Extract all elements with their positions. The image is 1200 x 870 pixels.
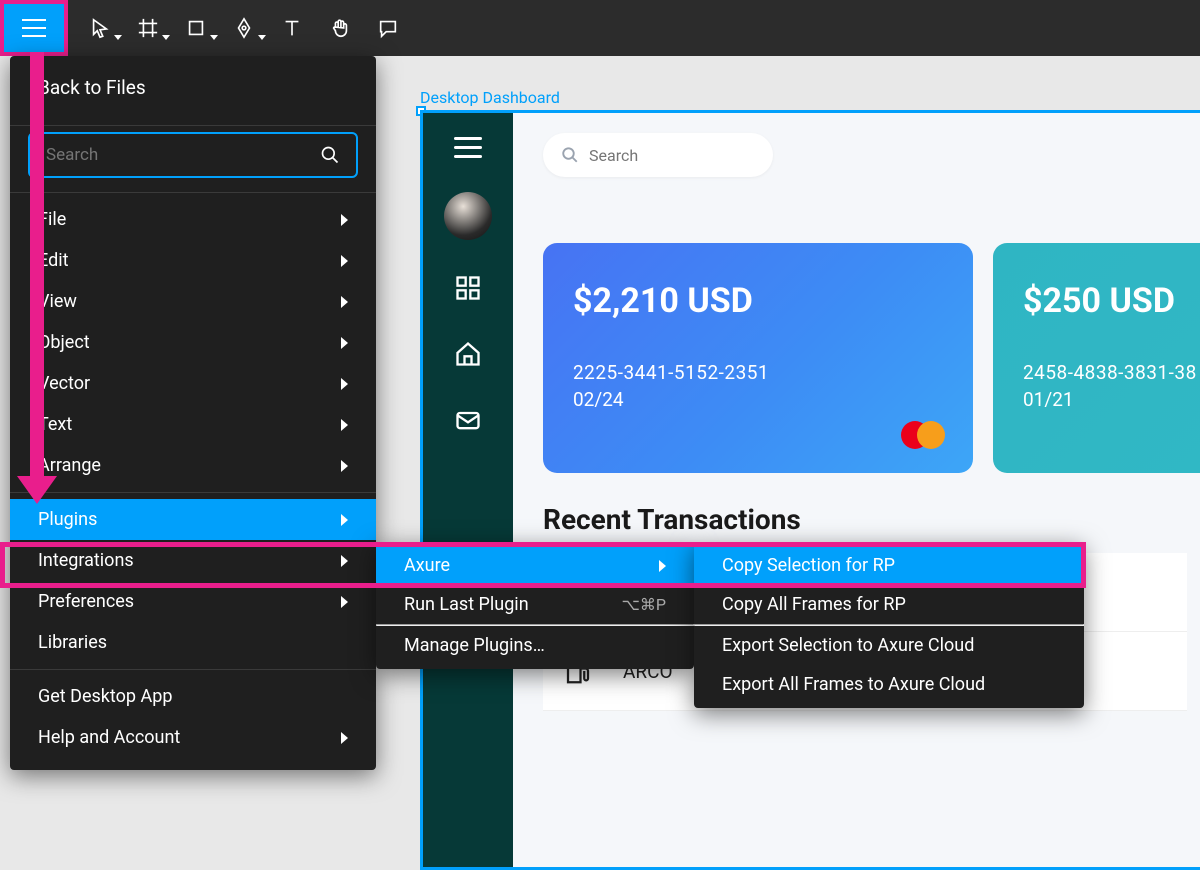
menu-search-input[interactable] [46, 145, 246, 165]
chevron-right-icon [341, 514, 348, 526]
pen-tool[interactable] [220, 0, 268, 56]
mastercard-icon [901, 421, 945, 449]
annotation-arrow [30, 52, 44, 482]
chevron-right-icon [341, 296, 348, 308]
card-number: 2458-4838-3831-38 [1023, 361, 1200, 384]
hand-tool[interactable] [316, 0, 364, 56]
search-icon [561, 146, 579, 164]
main-menu: Back to Files File Edit View Object Vect… [10, 56, 376, 770]
shape-tool[interactable] [172, 0, 220, 56]
submenu-run-last-plugin[interactable]: Run Last Plugin⌥⌘P [376, 585, 694, 624]
card-amount: $2,210 USD [573, 281, 943, 321]
chevron-right-icon [341, 255, 348, 267]
menu-integrations[interactable]: Integrations [10, 540, 376, 581]
hamburger-icon [22, 19, 46, 37]
menu-text[interactable]: Text [10, 404, 376, 445]
top-toolbar [0, 0, 1200, 56]
menu-search[interactable] [28, 132, 358, 178]
keyboard-shortcut: ⌥⌘P [621, 595, 666, 614]
recent-transactions-header: Recent Transactions [543, 503, 801, 536]
grid-icon[interactable] [454, 274, 482, 306]
menu-object[interactable]: Object [10, 322, 376, 363]
axure-export-all-frames-cloud[interactable]: Export All Frames to Axure Cloud [694, 665, 1084, 704]
comment-tool[interactable] [364, 0, 412, 56]
menu-back-to-files[interactable]: Back to Files [10, 56, 376, 119]
balance-card-1[interactable]: $2,210 USD 2225-3441-5152-2351 02/24 [543, 243, 973, 473]
axure-copy-selection-rp[interactable]: Copy Selection for RP [694, 546, 1084, 585]
menu-plugins[interactable]: Plugins [10, 499, 376, 540]
chevron-right-icon [341, 596, 348, 608]
chevron-right-icon [341, 378, 348, 390]
card-number: 2225-3441-5152-2351 [573, 361, 943, 384]
mail-icon[interactable] [454, 406, 482, 438]
axure-export-selection-cloud[interactable]: Export Selection to Axure Cloud [694, 626, 1084, 665]
frame-label[interactable]: Desktop Dashboard [420, 88, 560, 107]
axure-submenu: Copy Selection for RP Copy All Frames fo… [694, 542, 1084, 708]
card-expiry: 01/21 [1023, 388, 1200, 411]
submenu-manage-plugins[interactable]: Manage Plugins… [376, 626, 694, 665]
menu-file[interactable]: File [10, 199, 376, 240]
dashboard-search[interactable] [543, 133, 773, 177]
card-amount: $250 USD [1023, 281, 1200, 321]
frame-tool[interactable] [124, 0, 172, 56]
text-tool[interactable] [268, 0, 316, 56]
pointer-tool[interactable] [76, 0, 124, 56]
frame-desktop-dashboard[interactable]: $2,210 USD 2225-3441-5152-2351 02/24 $25… [420, 110, 1200, 870]
chevron-right-icon [341, 214, 348, 226]
dashboard-main: $2,210 USD 2225-3441-5152-2351 02/24 $25… [513, 113, 1200, 867]
plugins-submenu: Axure Run Last Plugin⌥⌘P Manage Plugins… [376, 542, 694, 669]
submenu-axure[interactable]: Axure [376, 546, 694, 585]
chevron-right-icon [659, 560, 666, 572]
main-menu-button[interactable] [0, 0, 68, 56]
avatar[interactable] [444, 192, 492, 240]
dashboard-sidebar [423, 113, 513, 867]
chevron-right-icon [341, 732, 348, 744]
chevron-right-icon [341, 460, 348, 472]
balance-card-2[interactable]: $250 USD 2458-4838-3831-38 01/21 [993, 243, 1200, 473]
dashboard-search-input[interactable] [589, 146, 739, 165]
menu-get-desktop-app[interactable]: Get Desktop App [10, 676, 376, 717]
search-icon [320, 145, 340, 165]
menu-preferences[interactable]: Preferences [10, 581, 376, 622]
menu-view[interactable]: View [10, 281, 376, 322]
menu-vector[interactable]: Vector [10, 363, 376, 404]
axure-copy-all-frames-rp[interactable]: Copy All Frames for RP [694, 585, 1084, 624]
menu-libraries[interactable]: Libraries [10, 622, 376, 663]
menu-help-account[interactable]: Help and Account [10, 717, 376, 758]
card-expiry: 02/24 [573, 388, 943, 411]
chevron-right-icon [341, 555, 348, 567]
home-icon[interactable] [454, 340, 482, 372]
chevron-right-icon [341, 337, 348, 349]
menu-edit[interactable]: Edit [10, 240, 376, 281]
menu-icon[interactable] [454, 137, 482, 158]
menu-arrange[interactable]: Arrange [10, 445, 376, 486]
chevron-right-icon [341, 419, 348, 431]
